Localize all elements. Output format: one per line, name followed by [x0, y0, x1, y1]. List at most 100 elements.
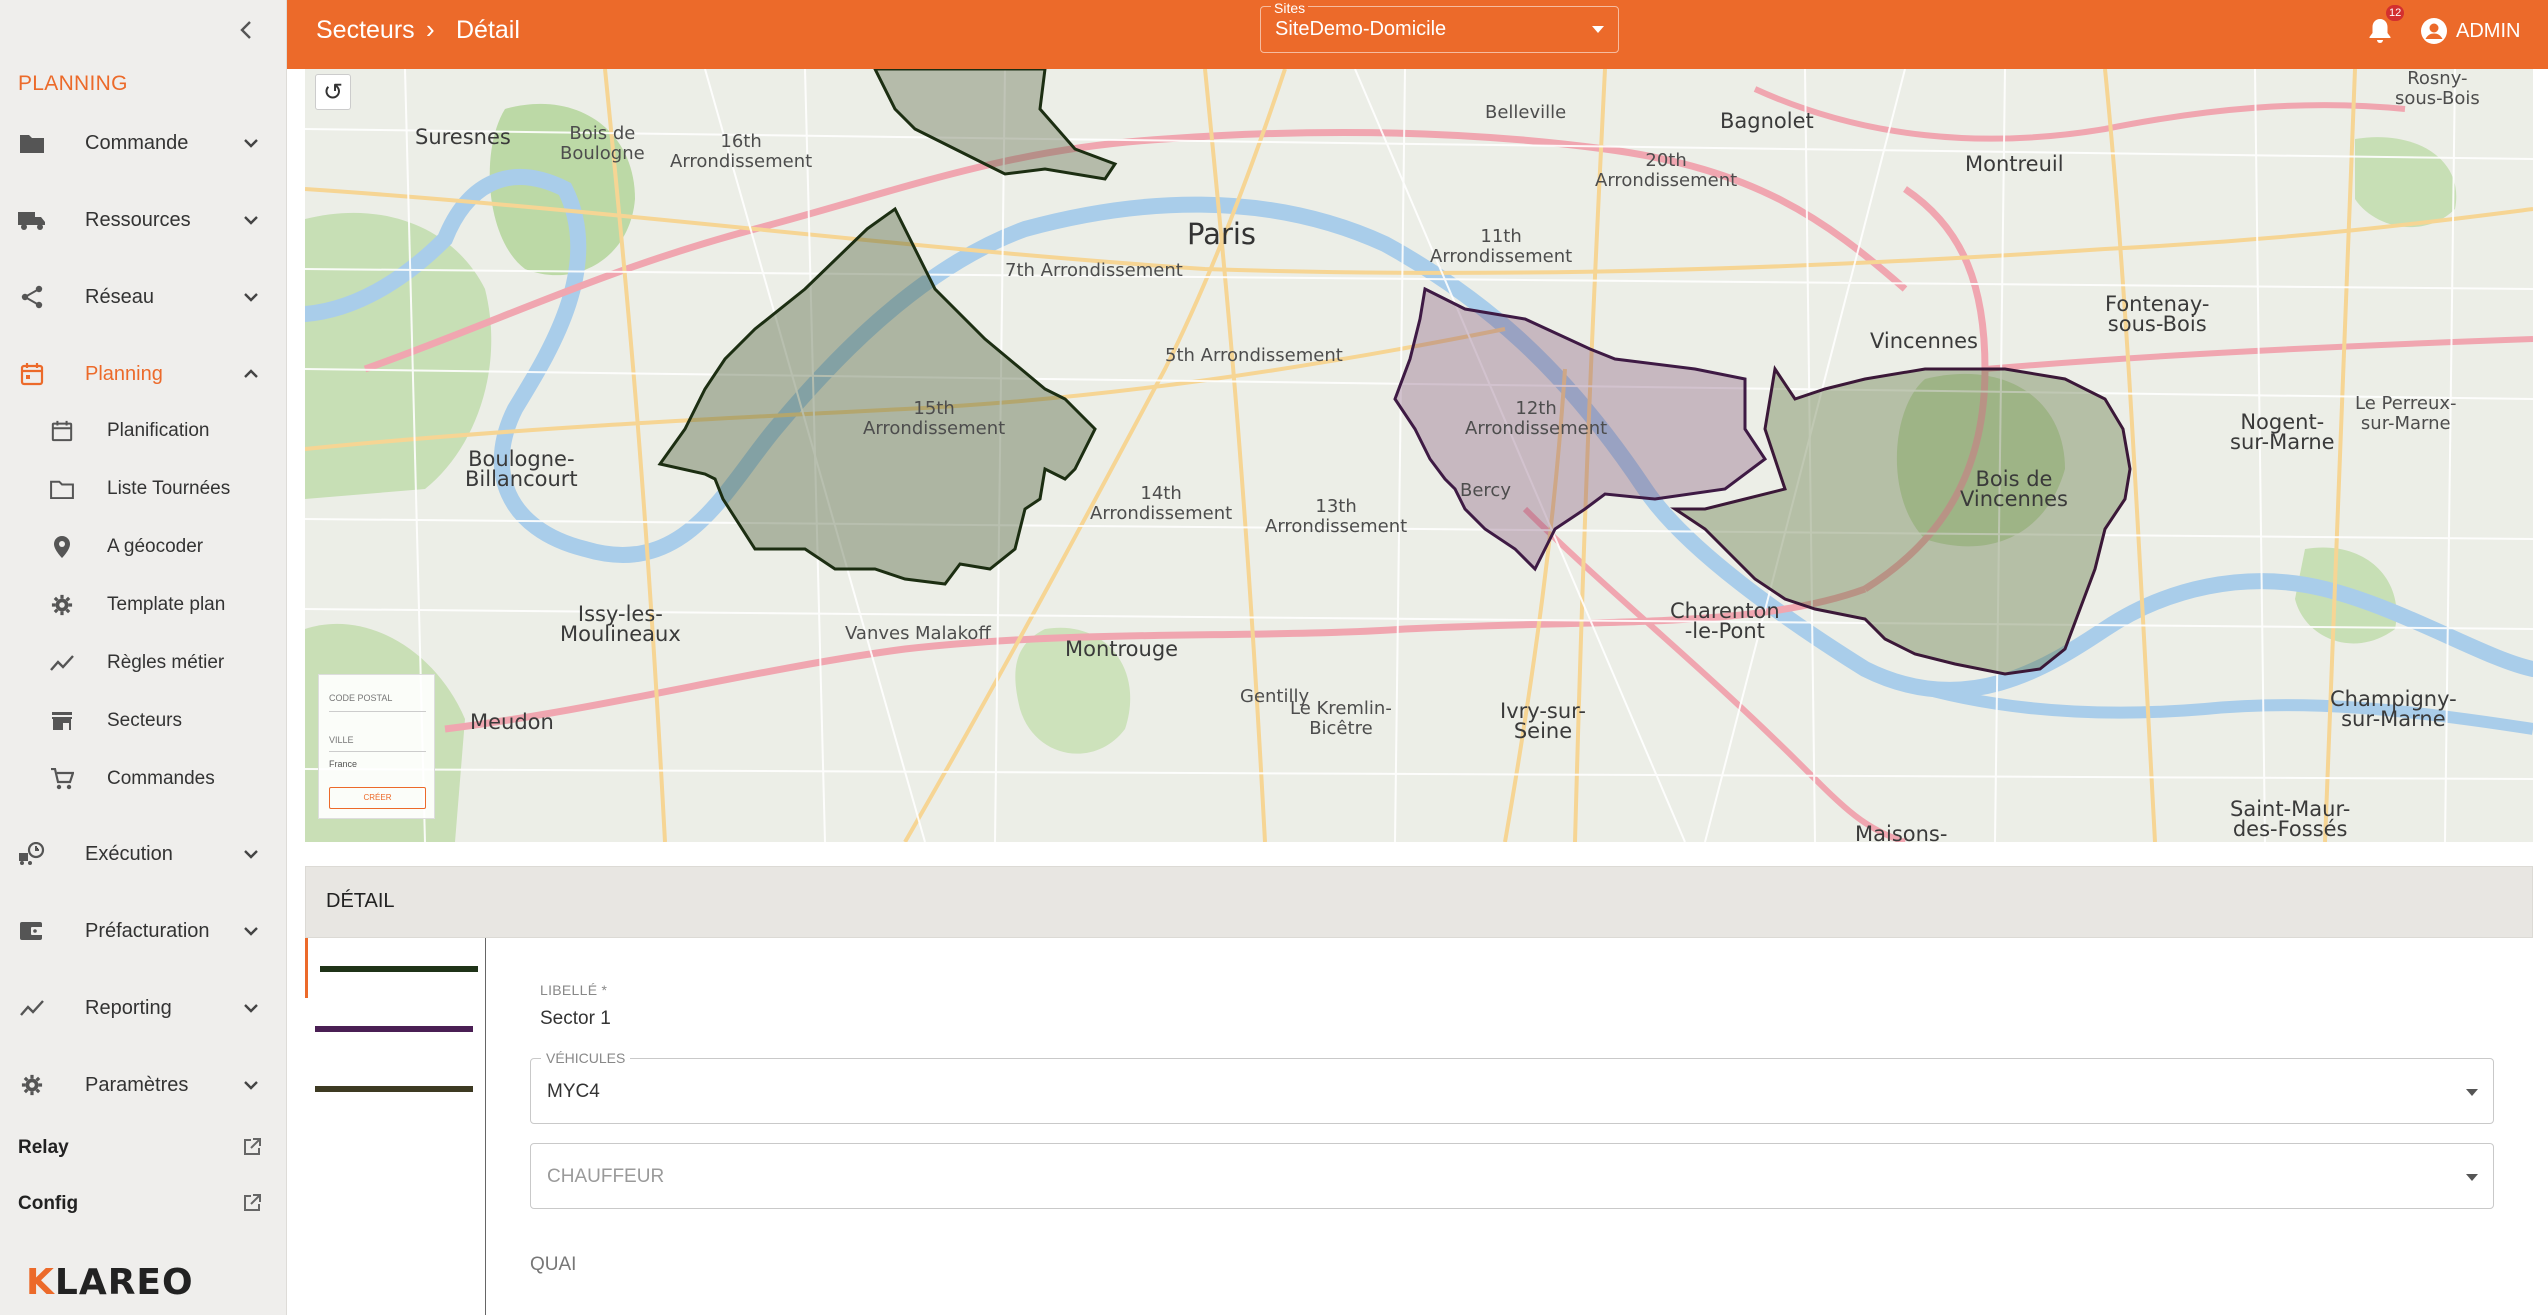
map-label-paris: Paris: [1187, 217, 1257, 251]
chevron-down-icon[interactable]: [238, 209, 264, 231]
map-label-malakoff: Malakoff: [915, 623, 991, 644]
share-icon: [16, 284, 48, 310]
user-menu[interactable]: ADMIN: [2420, 14, 2520, 48]
link-label: Config: [18, 1193, 79, 1214]
map-label-maisons: Maisons-: [1855, 822, 1948, 843]
vehicles-select[interactable]: VÉHICULES MYC4: [530, 1050, 2494, 1124]
breadcrumb-secteurs[interactable]: Secteurs: [316, 16, 415, 45]
map-label-issy: Issy-les- Moulineaux: [560, 602, 681, 646]
subnav-regles-metier[interactable]: Règles métier: [0, 638, 287, 688]
chevron-down-icon[interactable]: [238, 920, 264, 942]
sector-item-1[interactable]: [305, 938, 486, 998]
subnav-template-plan[interactable]: Template plan: [0, 580, 287, 630]
map-label-rosny: Rosny- sous-Bois: [2395, 69, 2480, 109]
map-label-saint-maur: Saint-Maur- des-Fossés: [2230, 797, 2351, 841]
nav-reseau[interactable]: Réseau: [0, 270, 287, 324]
chevron-down-icon[interactable]: [238, 843, 264, 865]
driver-select[interactable]: CHAUFFEUR: [530, 1143, 2494, 1209]
chevron-up-icon[interactable]: [238, 363, 264, 385]
chevron-down-icon[interactable]: [238, 1074, 264, 1096]
site-selector[interactable]: Sites SiteDemo-Domicile: [1260, 0, 1619, 53]
folder-outline-icon: [48, 477, 76, 501]
create-address-button[interactable]: CRÉER: [329, 787, 426, 809]
map-label-arr5: 5th Arrondissement: [1165, 345, 1343, 366]
nav-execution[interactable]: Exécution: [0, 827, 287, 881]
sector-item-3[interactable]: [305, 1058, 486, 1118]
subnav-liste-tournees[interactable]: Liste Tournées: [0, 464, 287, 514]
topbar: Secteurs › Détail Sites SiteDemo-Domicil…: [287, 0, 2548, 69]
map-label-arr14: 14th Arrondissement: [1090, 483, 1233, 524]
site-selector-value: SiteDemo-Domicile: [1275, 18, 1447, 40]
truck-icon: [16, 207, 48, 233]
nav-parametres[interactable]: Paramètres: [0, 1058, 287, 1112]
gear-icon: [16, 1072, 48, 1098]
nav-label: Paramètres: [85, 1073, 189, 1096]
vehicles-value: MYC4: [547, 1081, 600, 1102]
sidebar: PLANNING Commande Ressources Réseau Plan…: [0, 0, 287, 1315]
breadcrumb-separator-icon: ›: [426, 14, 435, 44]
collapse-sidebar-button[interactable]: [232, 12, 260, 48]
wallet-icon: [16, 918, 48, 944]
city-field[interactable]: VILLE: [329, 735, 354, 745]
map-label-charenton: Charenton -le-Pont: [1670, 599, 1780, 643]
dropdown-arrow-icon: [2466, 1089, 2478, 1096]
map-label-arr12: 12th Arrondissement: [1465, 398, 1608, 439]
map-label-vanves: Vanves: [845, 623, 910, 644]
nav-prefacturation[interactable]: Préfacturation: [0, 904, 287, 958]
trend-line-icon: [16, 995, 48, 1021]
map-label-nogent: Nogent- sur-Marne: [2230, 410, 2335, 454]
map-label-fontenay: Fontenay- sous-Bois: [2105, 292, 2210, 336]
chevron-down-icon[interactable]: [238, 997, 264, 1019]
subnav-secteurs[interactable]: Secteurs: [0, 696, 287, 746]
trend-line-icon: [48, 651, 76, 675]
libelle-input[interactable]: Sector 1: [540, 1008, 611, 1030]
notifications-button[interactable]: [2368, 17, 2396, 47]
dropdown-arrow-icon: [2466, 1174, 2478, 1181]
nav-label: Exécution: [85, 842, 173, 865]
nav-reporting[interactable]: Reporting: [0, 981, 287, 1035]
nav-label: Réseau: [85, 285, 154, 308]
map-label-arr11: 11th Arrondissement: [1430, 226, 1573, 267]
map-label-montreuil: Montreuil: [1965, 152, 2064, 176]
sector-list: [305, 938, 486, 1315]
sector-color-bar: [315, 1026, 473, 1032]
link-config[interactable]: Config: [0, 1181, 287, 1227]
map-label-kremlin: Le Kremlin- Bicêtre: [1290, 698, 1392, 739]
subnav-label: Règles métier: [107, 652, 225, 673]
dropdown-arrow-icon: [1592, 26, 1604, 33]
sector-color-bar: [315, 1086, 473, 1092]
link-relay[interactable]: Relay: [0, 1125, 287, 1171]
nav-label: Reporting: [85, 996, 172, 1019]
nav-commande[interactable]: Commande: [0, 116, 287, 170]
map-label-bagnolet: Bagnolet: [1720, 109, 1814, 133]
chevron-down-icon[interactable]: [238, 286, 264, 308]
subnav-commandes[interactable]: Commandes: [0, 754, 287, 804]
user-name: ADMIN: [2456, 19, 2521, 42]
libelle-label: LIBELLÉ *: [540, 982, 608, 998]
map-reset-button[interactable]: ↺: [315, 74, 351, 110]
sector-form: LIBELLÉ * Sector 1 VÉHICULES MYC4 CHAUFF…: [487, 938, 2533, 1315]
chevron-down-icon[interactable]: [238, 132, 264, 154]
nav-ressources[interactable]: Ressources: [0, 193, 287, 247]
subnav-label: A géocoder: [107, 536, 204, 557]
postal-code-field[interactable]: CODE POSTAL: [329, 693, 392, 703]
location-pin-icon: [48, 535, 76, 559]
postal-code-underline: [329, 711, 426, 712]
subnav-a-geocoder[interactable]: A géocoder: [0, 522, 287, 572]
map-label-bois-vincennes: Bois de Vincennes: [1960, 467, 2068, 511]
quai-field[interactable]: QUAI: [530, 1254, 576, 1276]
store-icon: [48, 709, 76, 733]
notification-count-badge: 12: [2386, 5, 2405, 21]
nav-planning[interactable]: Planning: [0, 347, 287, 401]
map-label-arr13: 13th Arrondissement: [1265, 496, 1408, 537]
city-underline: [329, 751, 426, 752]
subnav-planification[interactable]: Planification: [0, 406, 287, 456]
country-field[interactable]: France: [329, 759, 357, 769]
cart-icon: [48, 767, 76, 791]
sector-item-2[interactable]: [305, 998, 486, 1058]
refresh-icon: ↺: [322, 78, 344, 106]
map-view[interactable]: Paris Suresnes Bagnolet Montreuil Vincen…: [305, 69, 2533, 842]
calendar-icon: [16, 361, 48, 387]
map-label-bercy: Bercy: [1460, 480, 1511, 501]
vehicles-label: VÉHICULES: [541, 1050, 631, 1066]
